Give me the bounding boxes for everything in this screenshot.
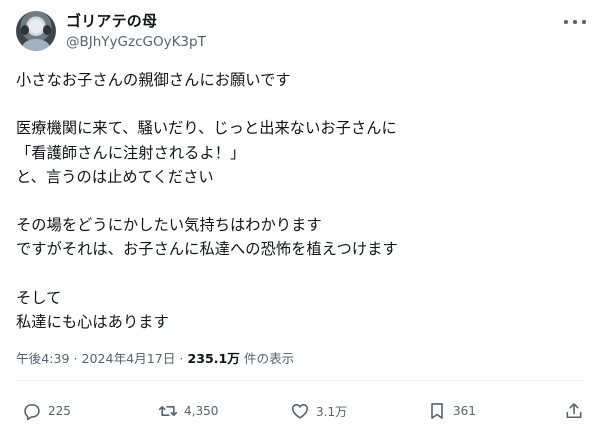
meta-separator: ·	[73, 351, 78, 366]
tweet-line: 医療機関に来て、騒いだり、じっと出来ないお子さんに	[16, 119, 397, 138]
action-bar: 225 4,350 3.1万 361	[16, 398, 584, 424]
avatar[interactable]	[16, 11, 56, 51]
share-icon	[566, 403, 582, 419]
view-count-label: 件の表示	[243, 351, 295, 366]
post-date[interactable]: 2024年4月17日	[82, 351, 176, 366]
share-button[interactable]	[564, 398, 584, 424]
view-count: 235.1万	[187, 351, 240, 366]
tweet-line: ですがそれは、お子さんに私達への恐怖を植えつけます	[16, 240, 398, 259]
reply-button[interactable]: 225	[22, 398, 71, 424]
avatar-ear-left	[21, 25, 29, 35]
avatar-ear-right	[43, 25, 51, 35]
tweet-line: その場をどうにかしたい気持ちはわかります	[16, 216, 322, 235]
post-time[interactable]: 午後4:39	[16, 351, 69, 366]
tweet-meta: 午後4:39 · 2024年4月17日 · 235.1万 件の表示	[16, 350, 294, 368]
tweet-line: 私達にも心はあります	[16, 312, 169, 331]
tweet-line: 「看護師さんに注射されるよ！」	[16, 143, 246, 162]
heart-icon	[291, 404, 309, 419]
more-dot	[582, 20, 586, 24]
bookmark-count: 361	[453, 404, 476, 418]
reply-icon	[24, 403, 40, 421]
bookmark-icon	[431, 403, 443, 419]
tweet-line: そして	[16, 288, 62, 307]
like-button[interactable]: 3.1万	[290, 398, 347, 424]
tweet-text: 小さなお子さんの親御さんにお願いです 医療機関に来て、騒いだり、じっと出来ないお…	[16, 68, 586, 334]
retweet-button[interactable]: 4,350	[158, 398, 218, 424]
bookmark-button[interactable]: 361	[427, 398, 476, 424]
author-name[interactable]: ゴリアテの母	[66, 11, 157, 31]
tweet-card: ゴリアテの母 @BJhYyGzcGOyK3pT 小さなお子さんの親御さんにお願い…	[0, 0, 600, 435]
more-horizontal-icon[interactable]	[564, 14, 586, 30]
avatar-body	[22, 39, 50, 51]
more-dot	[573, 20, 577, 24]
tweet-line: と、言うのは止めてください	[16, 167, 214, 186]
meta-separator: ·	[179, 351, 184, 366]
retweet-count: 4,350	[184, 404, 219, 418]
more-dot	[564, 20, 568, 24]
reply-count: 225	[48, 404, 71, 418]
like-count: 3.1万	[316, 404, 348, 419]
author-handle[interactable]: @BJhYyGzcGOyK3pT	[66, 33, 206, 51]
retweet-icon	[158, 406, 178, 416]
divider	[16, 380, 584, 381]
tweet-line: 小さなお子さんの親御さんにお願いです	[16, 71, 291, 89]
